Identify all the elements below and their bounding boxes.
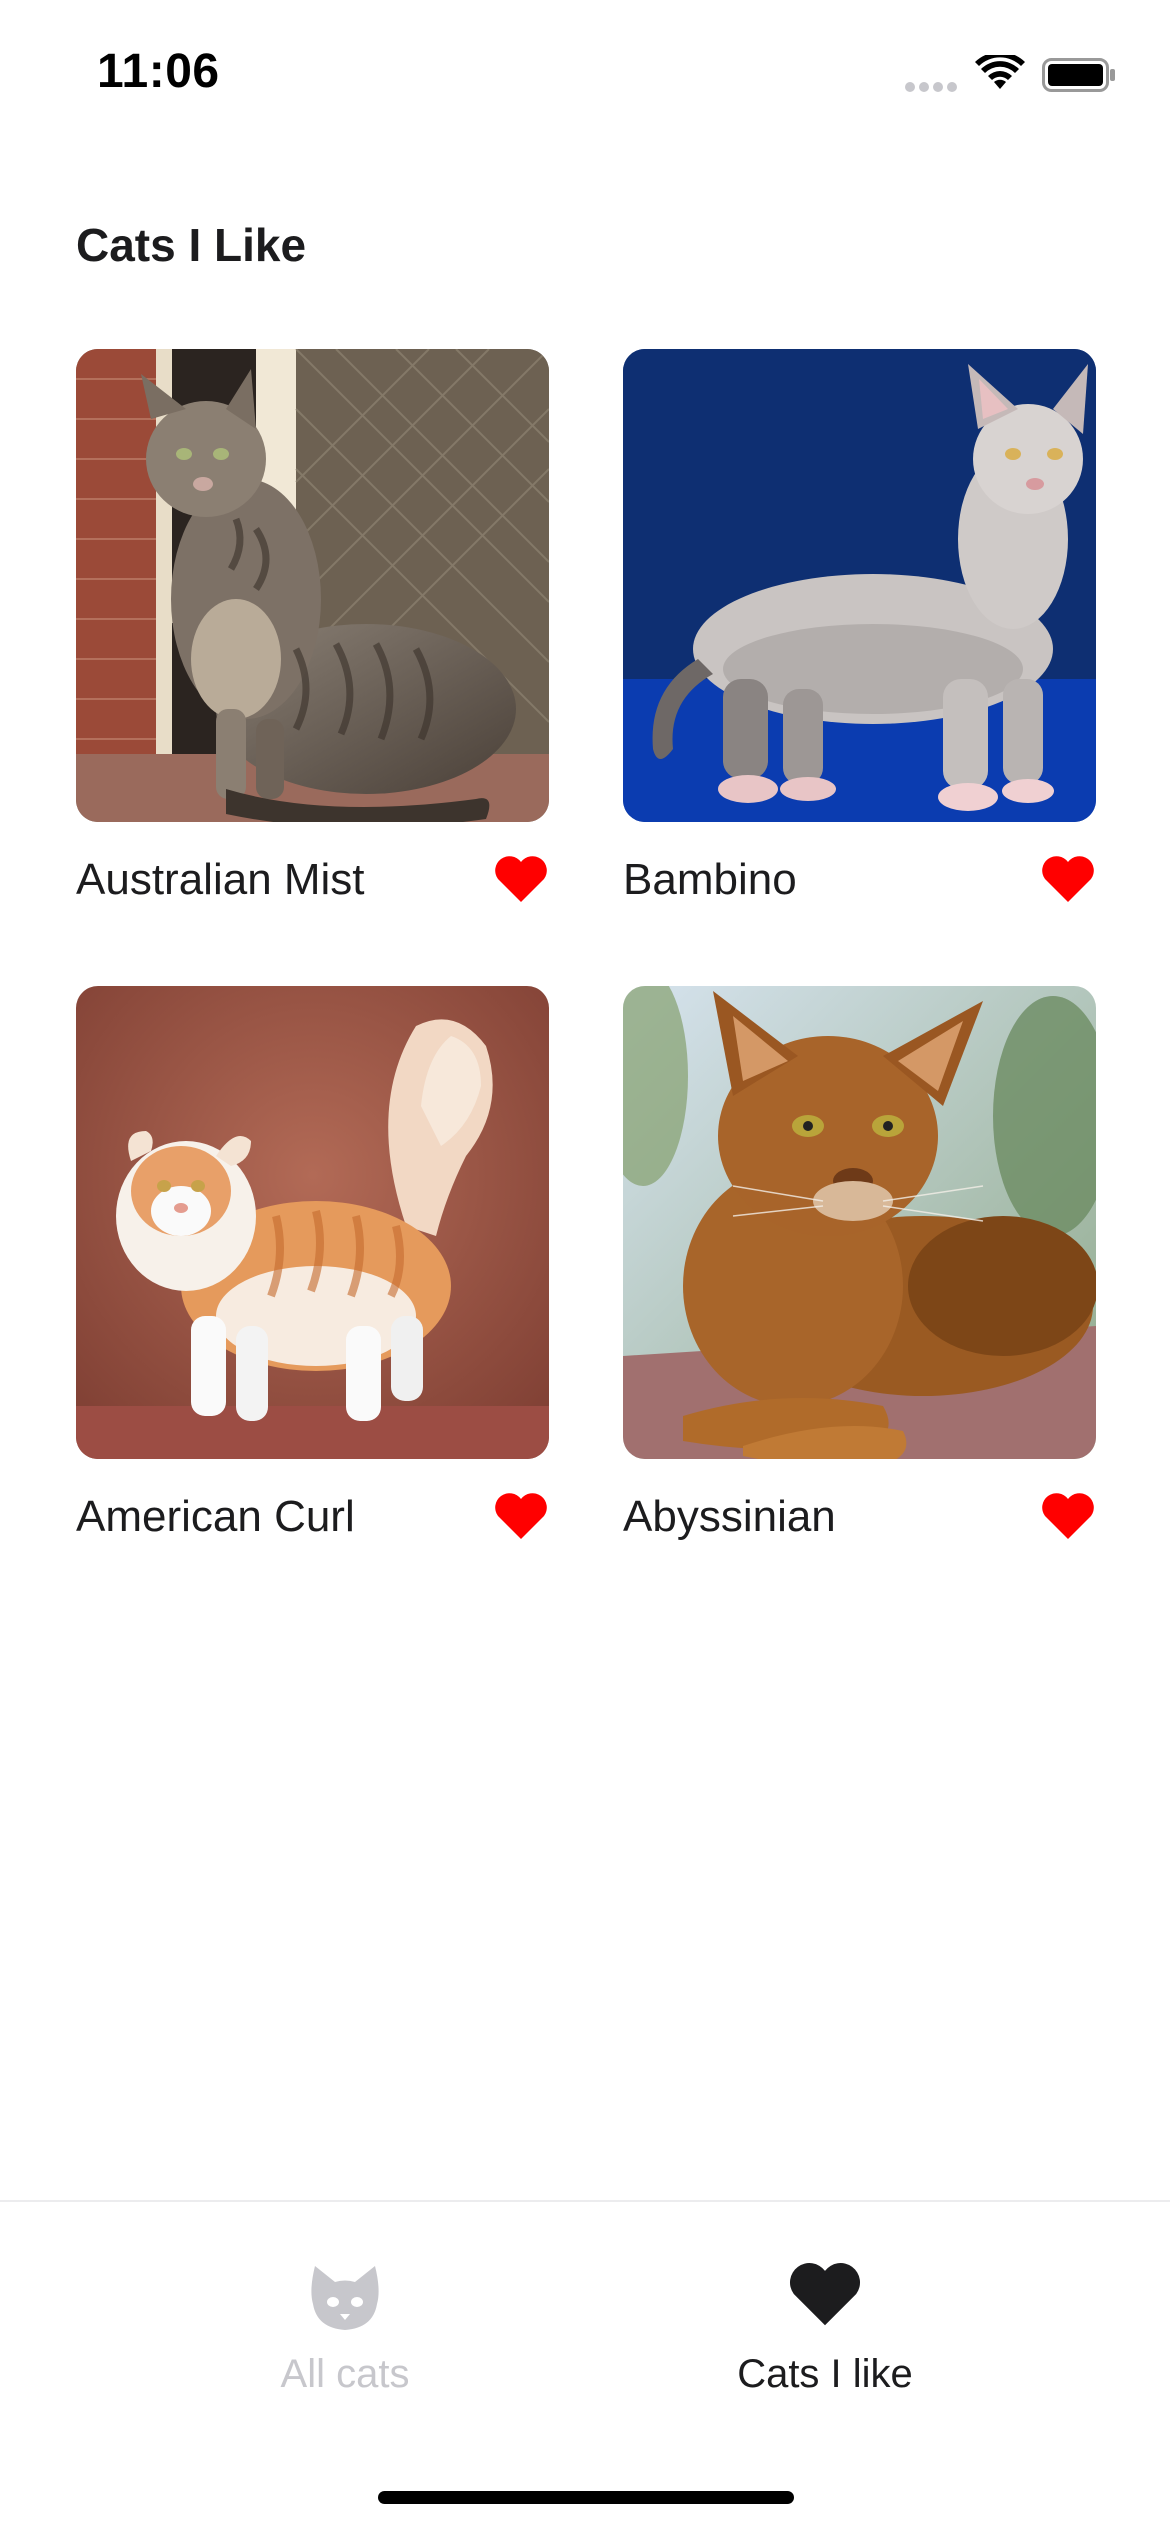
home-indicator[interactable]: [378, 2491, 794, 2504]
app-screen: 11:06 Cats I Like Australian Mist Bambin…: [0, 0, 1170, 2532]
tab-label: All cats: [280, 2352, 410, 2396]
heart-icon[interactable]: [493, 1491, 549, 1541]
cat-card[interactable]: Bambino: [623, 349, 1096, 904]
tab-cats-i-like[interactable]: Cats I like: [585, 2202, 1065, 2422]
tab-label: Cats I like: [737, 2352, 913, 2396]
tab-all-cats[interactable]: All cats: [105, 2202, 585, 2422]
cellular-signal-icon: [905, 82, 957, 92]
cat-card[interactable]: Abyssinian: [623, 986, 1096, 1541]
cat-card[interactable]: Australian Mist: [76, 349, 549, 904]
cat-photo: [623, 986, 1096, 1459]
heart-icon[interactable]: [1040, 854, 1096, 904]
wifi-icon: [975, 55, 1025, 89]
cat-card[interactable]: American Curl: [76, 986, 549, 1541]
status-time: 11:06: [97, 45, 220, 98]
cat-name: Australian Mist: [76, 855, 365, 904]
battery-icon: [1042, 58, 1115, 92]
cat-name: Abyssinian: [623, 1492, 836, 1541]
cat-name: Bambino: [623, 855, 797, 904]
cat-photo: [76, 349, 549, 822]
cat-face-icon: [311, 2266, 379, 2330]
status-bar: 11:06: [0, 0, 1170, 150]
cat-name: American Curl: [76, 1492, 355, 1541]
heart-icon: [789, 2263, 861, 2326]
tab-bar: All cats Cats I like: [0, 2200, 1170, 2532]
cat-photo: [76, 986, 549, 1459]
heart-icon[interactable]: [1040, 1491, 1096, 1541]
cat-photo: [623, 349, 1096, 822]
page-title: Cats I Like: [76, 219, 307, 271]
heart-icon[interactable]: [493, 854, 549, 904]
